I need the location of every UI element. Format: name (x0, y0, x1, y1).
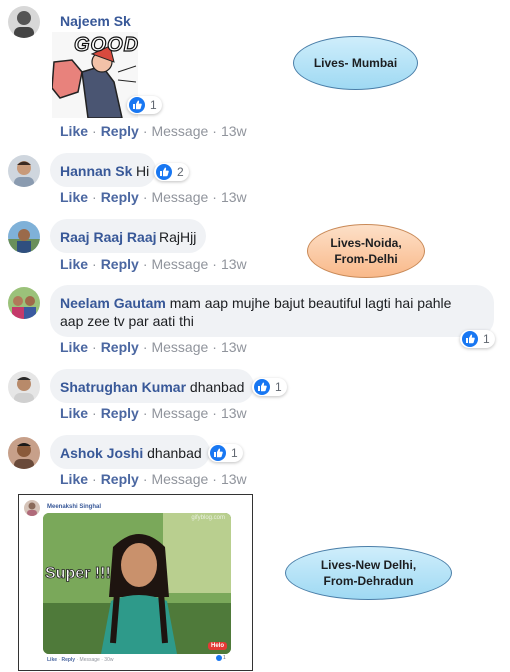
comment-text: mam aap mujhe bajut beautiful lagti hai … (169, 295, 452, 311)
sticker-text: GOOD (73, 33, 140, 56)
reply-link[interactable]: Reply (101, 405, 139, 421)
timestamp[interactable]: 13w (221, 471, 247, 487)
comment-actions: Like · Reply · Message · 30w (47, 657, 114, 663)
reaction-count[interactable]: 1 (208, 444, 243, 462)
like-icon (156, 164, 172, 180)
like-icon (216, 655, 222, 661)
comment-actions: Like · Reply · Message · 13w (60, 256, 247, 272)
comment-actions: Like · Reply · Message · 13w (60, 339, 247, 355)
like-icon (129, 97, 145, 113)
message-link[interactable]: Message (151, 189, 208, 205)
avatar[interactable] (8, 6, 40, 38)
avatar[interactable] (8, 287, 40, 319)
message-link[interactable]: Message (151, 405, 208, 421)
timestamp[interactable]: 30w (104, 657, 113, 663)
comment-author[interactable]: Shatrughan Kumar (60, 379, 186, 395)
comment-actions: Like · Reply · Message · 13w (60, 405, 247, 421)
avatar[interactable] (8, 371, 40, 403)
comment-bubble: Neelam Gautam mam aap mujhe bajut beauti… (50, 285, 494, 337)
reaction-count[interactable]: 2 (154, 163, 189, 181)
like-icon (462, 331, 478, 347)
comment-actions: Like · Reply · Message · 13w (60, 189, 247, 205)
timestamp[interactable]: 13w (221, 339, 247, 355)
comment-bubble: Shatrughan Kumar dhanbad (50, 369, 254, 403)
timestamp[interactable]: 13w (221, 189, 247, 205)
comment-author[interactable]: Meenakshi Singhal (47, 504, 101, 510)
gif-overlay-text: Super !!! (45, 565, 112, 583)
comment-author[interactable]: Raaj Raaj Raaj (60, 228, 157, 246)
timestamp[interactable]: 13w (221, 405, 247, 421)
timestamp[interactable]: 13w (221, 123, 247, 139)
like-link[interactable]: Like (60, 339, 88, 355)
like-link[interactable]: Like (60, 189, 88, 205)
reply-link[interactable]: Reply (101, 471, 139, 487)
reaction-count[interactable]: 1 (252, 378, 287, 396)
avatar[interactable] (8, 155, 40, 187)
reaction-count[interactable]: 1 (127, 96, 162, 114)
gif-image: gifyblog.com Super !!! Helo (43, 513, 231, 654)
location-callout: Lives- Mumbai (293, 36, 418, 90)
comment-actions: Like · Reply · Message · 13w (60, 471, 247, 487)
like-link[interactable]: Like (60, 256, 88, 272)
comment-author[interactable]: Hannan Sk (60, 162, 132, 180)
reply-link[interactable]: Reply (101, 256, 139, 272)
message-link[interactable]: Message (151, 256, 208, 272)
comment-text: dhanbad (147, 445, 202, 461)
like-icon (210, 445, 226, 461)
message-link[interactable]: Message (80, 657, 100, 663)
gif-watermark: gifyblog.com (191, 515, 225, 521)
message-link[interactable]: Message (151, 339, 208, 355)
reply-link[interactable]: Reply (61, 657, 75, 663)
reaction-count[interactable]: 1 (216, 655, 226, 661)
comment-author[interactable]: Najeem Sk (60, 13, 131, 29)
like-link[interactable]: Like (47, 657, 57, 663)
sticker-image: GOOD (51, 32, 140, 119)
reply-link[interactable]: Reply (101, 189, 139, 205)
comment-bubble: Raaj Raaj Raaj RajHjj (50, 219, 206, 253)
like-link[interactable]: Like (60, 471, 88, 487)
comment-bubble: Hannan Sk Hi (50, 153, 156, 187)
helo-badge: Helo (207, 642, 227, 650)
comment-actions: Like · Reply · Message · 13w (60, 123, 247, 139)
comment-author[interactable]: Neelam Gautam (60, 295, 166, 311)
embedded-comment-screenshot: Meenakshi Singhal gifyblog.com Super !!!… (18, 494, 253, 671)
message-link[interactable]: Message (151, 471, 208, 487)
comment-text-continued: aap zee tv par aati thi (60, 313, 194, 329)
comment-author[interactable]: Ashok Joshi (60, 445, 143, 461)
comment-bubble: Ashok Joshi dhanbad (50, 435, 210, 469)
comment-text: RajHjj (159, 229, 197, 245)
comment-text: dhanbad (189, 379, 245, 395)
reply-link[interactable]: Reply (101, 123, 139, 139)
like-link[interactable]: Like (60, 123, 88, 139)
reply-link[interactable]: Reply (101, 339, 139, 355)
message-link[interactable]: Message (151, 123, 208, 139)
like-link[interactable]: Like (60, 405, 88, 421)
location-callout: Lives-Noida, From-Delhi (307, 224, 425, 278)
comment-text: Hi (136, 163, 150, 179)
location-callout: Lives-New Delhi, From-Dehradun (285, 546, 452, 600)
avatar[interactable] (8, 221, 40, 253)
avatar[interactable] (24, 500, 40, 516)
avatar[interactable] (8, 437, 40, 469)
reaction-count[interactable]: 1 (460, 330, 495, 348)
timestamp[interactable]: 13w (221, 256, 247, 272)
like-icon (254, 379, 270, 395)
